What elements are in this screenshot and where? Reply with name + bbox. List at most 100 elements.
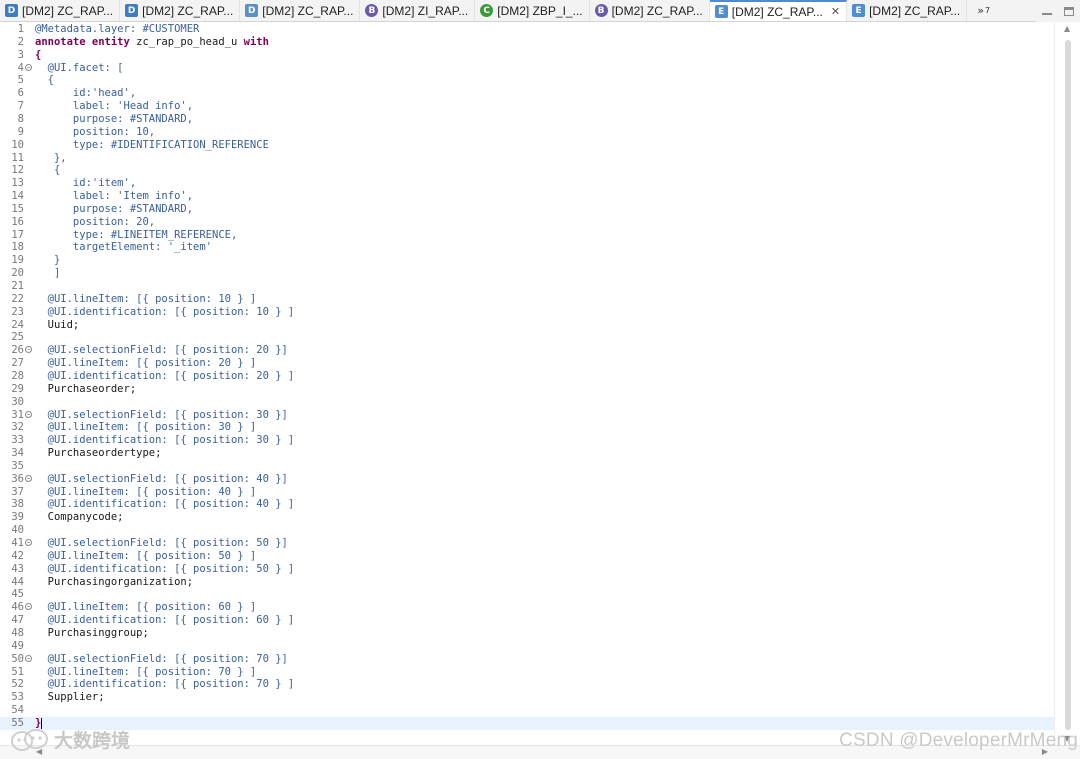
line-number: 8 xyxy=(17,112,24,125)
editor-tab[interactable]: C [DM2] ZBP_I_... xyxy=(475,0,590,21)
code-line[interactable]: 25 xyxy=(0,331,1054,344)
code-text: Purchasinggroup; xyxy=(35,627,149,640)
code-line[interactable]: 12 { xyxy=(0,164,1054,177)
code-line[interactable]: 50− @UI.selectionField: [{ position: 70 … xyxy=(0,653,1054,666)
line-number: 26 xyxy=(11,344,24,357)
code-line[interactable]: 5 { xyxy=(0,74,1054,87)
code-line[interactable]: 4− @UI.facet: [ xyxy=(0,62,1054,75)
code-line[interactable]: 41− @UI.selectionField: [{ position: 50 … xyxy=(0,537,1054,550)
code-line[interactable]: 7 label: 'Head info', xyxy=(0,100,1054,113)
code-line[interactable]: 39 Companycode; xyxy=(0,511,1054,524)
code-line[interactable]: 18 targetElement: '_item' xyxy=(0,241,1054,254)
code-line[interactable]: 52 @UI.identification: [{ position: 70 }… xyxy=(0,678,1054,691)
code-line[interactable]: 22 @UI.lineItem: [{ position: 10 } ] xyxy=(0,293,1054,306)
code-line[interactable]: 27 @UI.lineItem: [{ position: 20 } ] xyxy=(0,357,1054,370)
code-text: @UI.lineItem: [{ position: 40 } ] xyxy=(35,485,257,498)
code-line[interactable]: 38 @UI.identification: [{ position: 40 }… xyxy=(0,498,1054,511)
code-line[interactable]: 28 @UI.identification: [{ position: 20 }… xyxy=(0,370,1054,383)
code-line[interactable]: 29 Purchaseorder; xyxy=(0,383,1054,396)
code-line[interactable]: 47 @UI.identification: [{ position: 60 }… xyxy=(0,614,1054,627)
line-number: 22 xyxy=(11,292,24,305)
tab-overflow-button[interactable]: » 7 xyxy=(967,0,990,21)
line-number: 28 xyxy=(11,369,24,382)
code-line[interactable]: 2 annotate entity zc_rap_po_head_u with xyxy=(0,36,1054,49)
code-line[interactable]: 24 Uuid; xyxy=(0,319,1054,332)
code-line[interactable]: 21 xyxy=(0,280,1054,293)
code-text: @UI.identification: [{ position: 70 } ] xyxy=(35,678,295,691)
code-line[interactable]: 53 Supplier; xyxy=(0,691,1054,704)
fold-toggle-icon[interactable]: − xyxy=(25,346,32,354)
code-line[interactable]: 45 xyxy=(0,588,1054,601)
code-editor[interactable]: 1 @Metadata.layer: #CUSTOMER 2 annotate ent… xyxy=(0,22,1054,745)
code-line[interactable]: 17 type: #LINEITEM_REFERENCE, xyxy=(0,229,1054,242)
code-line[interactable]: 35 xyxy=(0,460,1054,473)
code-line[interactable]: 55} xyxy=(0,716,1054,730)
code-line[interactable]: 10 type: #IDENTIFICATION_REFERENCE xyxy=(0,139,1054,152)
line-number: 5 xyxy=(17,74,24,87)
editor-tab[interactable]: B [DM2] ZC_RAP... xyxy=(590,0,710,21)
code-line[interactable]: 44 Purchasingorganization; xyxy=(0,576,1054,589)
code-line[interactable]: 13 id:'item', xyxy=(0,177,1054,190)
code-line[interactable]: 43 @UI.identification: [{ position: 50 }… xyxy=(0,563,1054,576)
scroll-up-arrow-icon[interactable]: ▲ xyxy=(1064,24,1070,33)
tab-label: [DM2] ZC_RAP... xyxy=(869,3,961,18)
code-line[interactable]: 9 position: 10, xyxy=(0,126,1054,139)
line-number: 31 xyxy=(11,408,24,421)
editor-tab[interactable]: D [DM2] ZC_RAP... xyxy=(0,0,121,21)
vertical-scrollbar[interactable]: ▲ ▼ xyxy=(1054,22,1080,745)
editor-tab[interactable]: E [DM2] ZC_RAP... ✕ xyxy=(709,0,848,21)
code-line[interactable]: 3{ xyxy=(0,49,1054,62)
line-number: 25 xyxy=(11,331,24,344)
code-line[interactable]: 46− @UI.lineItem: [{ position: 60 } ] xyxy=(0,601,1054,614)
close-tab-icon[interactable]: ✕ xyxy=(831,5,840,18)
tab-label: [DM2] ZC_RAP... xyxy=(611,3,703,18)
code-line[interactable]: 20 ] xyxy=(0,267,1054,280)
code-line[interactable]: 14 label: 'Item info', xyxy=(0,190,1054,203)
line-number: 4 xyxy=(17,61,24,74)
ddl-source-icon: D xyxy=(125,4,139,17)
code-line[interactable]: 31− @UI.selectionField: [{ position: 30 … xyxy=(0,409,1054,422)
code-line[interactable]: 30 xyxy=(0,396,1054,409)
fold-toggle-icon[interactable]: − xyxy=(25,654,32,662)
code-line[interactable]: 32 @UI.lineItem: [{ position: 30 } ] xyxy=(0,421,1054,434)
fold-toggle-icon[interactable]: − xyxy=(25,539,32,546)
editor-tab[interactable]: D [DM2] ZC_RAP... xyxy=(120,0,241,21)
code-line[interactable]: 54 xyxy=(0,704,1054,717)
code-line[interactable]: 11 }, xyxy=(0,152,1054,165)
fold-toggle-icon[interactable]: − xyxy=(25,63,32,71)
identifier-token: Uuid; xyxy=(35,318,80,331)
minimize-icon[interactable] xyxy=(1042,13,1052,15)
ddl-source-icon: D xyxy=(245,4,259,17)
code-line[interactable]: 34 Purchaseordertype; xyxy=(0,447,1054,460)
fold-toggle-icon[interactable]: − xyxy=(25,410,32,418)
line-number: 42 xyxy=(11,549,24,562)
fold-toggle-icon[interactable]: − xyxy=(25,474,32,482)
code-line[interactable]: 49 xyxy=(0,640,1054,653)
code-line[interactable]: 40 xyxy=(0,524,1054,537)
code-line[interactable]: 42 @UI.lineItem: [{ position: 50 } ] xyxy=(0,550,1054,563)
class-icon: C xyxy=(480,4,494,17)
editor-tab[interactable]: E [DM2] ZC_RAP... xyxy=(847,0,968,21)
code-line[interactable]: 23 @UI.identification: [{ position: 10 }… xyxy=(0,306,1054,319)
code-line[interactable]: 16 position: 20, xyxy=(0,216,1054,229)
code-text: }, xyxy=(35,151,67,164)
fold-toggle-icon[interactable]: − xyxy=(25,603,32,611)
code-line[interactable]: 15 purpose: #STANDARD, xyxy=(0,203,1054,216)
code-line[interactable]: 1 @Metadata.layer: #CUSTOMER xyxy=(0,23,1054,36)
line-number: 24 xyxy=(11,318,24,331)
code-line[interactable]: 8 purpose: #STANDARD, xyxy=(0,113,1054,126)
code-line[interactable]: 37 @UI.lineItem: [{ position: 40 } ] xyxy=(0,486,1054,499)
editor-tab[interactable]: D [DM2] ZC_RAP... xyxy=(240,0,361,21)
code-line[interactable]: 19 } xyxy=(0,254,1054,267)
code-line[interactable]: 48 Purchasinggroup; xyxy=(0,627,1054,640)
code-line[interactable]: 36− @UI.selectionField: [{ position: 40 … xyxy=(0,473,1054,486)
code-line[interactable]: 6 id:'head', xyxy=(0,87,1054,100)
vertical-scrollbar-thumb[interactable] xyxy=(1065,40,1071,730)
code-line[interactable]: 33 @UI.identification: [{ position: 30 }… xyxy=(0,434,1054,447)
code-text: @UI.lineItem: [{ position: 30 } ] xyxy=(35,421,257,434)
code-text: @UI.identification: [{ position: 60 } ] xyxy=(35,614,295,627)
editor-tab[interactable]: B [DM2] ZI_RAP... xyxy=(360,0,476,21)
code-line[interactable]: 51 @UI.lineItem: [{ position: 70 } ] xyxy=(0,666,1054,679)
code-line[interactable]: 26− @UI.selectionField: [{ position: 20 … xyxy=(0,344,1054,357)
maximize-icon[interactable] xyxy=(1064,6,1074,16)
